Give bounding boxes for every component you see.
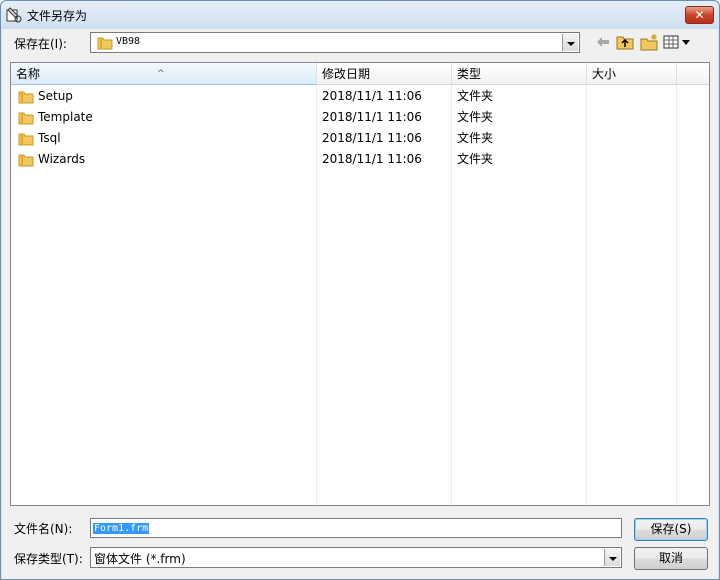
app-icon (6, 7, 22, 23)
save-in-label: 保存在(I): (14, 37, 67, 51)
filetype-value: 窗体文件 (*.frm) (94, 552, 186, 566)
cancel-button[interactable]: 取消 (634, 547, 708, 570)
item-modified: 2018/11/1 11:06 (322, 152, 422, 166)
folder-icon (18, 133, 34, 145)
filetype-label: 保存类型(T): (14, 552, 83, 566)
filetype-dropdown-arrow[interactable] (604, 549, 620, 566)
item-type: 文件夹 (457, 131, 494, 145)
filename-value: Form1.frm (93, 523, 150, 534)
list-item[interactable]: Template 2018/11/1 11:06 文件夹 (11, 107, 709, 128)
column-header-modified[interactable]: 修改日期 (317, 63, 452, 85)
filename-input[interactable]: Form1.frm (90, 518, 622, 538)
item-name: Tsql (38, 131, 61, 145)
filename-label: 文件名(N): (14, 522, 73, 536)
save-button[interactable]: 保存(S) (634, 518, 708, 541)
close-button[interactable]: ✕ (685, 6, 714, 24)
save-as-dialog: 文件另存为 ✕ 保存在(I): VB98 名称 ^ 修改日期 类型 大小 Set… (0, 0, 720, 580)
folder-icon (97, 37, 113, 50)
column-header-name[interactable]: 名称 ^ (11, 63, 317, 85)
up-folder-icon[interactable] (615, 33, 635, 51)
item-name: Template (38, 110, 93, 124)
name-cell: Template (18, 107, 93, 128)
back-arrow-icon[interactable] (593, 33, 613, 51)
list-item[interactable]: Setup 2018/11/1 11:06 文件夹 (11, 86, 709, 107)
item-modified: 2018/11/1 11:06 (322, 110, 422, 124)
column-size-label: 大小 (592, 67, 617, 81)
filetype-select[interactable]: 窗体文件 (*.frm) (90, 547, 622, 568)
item-name: Wizards (38, 152, 86, 166)
list-header: 名称 ^ 修改日期 类型 大小 (11, 63, 709, 85)
title-bar[interactable]: 文件另存为 ✕ (1, 1, 719, 29)
item-type: 文件夹 (457, 152, 494, 166)
column-header-type[interactable]: 类型 (452, 63, 587, 85)
view-menu-icon[interactable] (662, 33, 692, 51)
column-modified-label: 修改日期 (322, 67, 371, 81)
folder-icon (18, 154, 34, 166)
item-modified: 2018/11/1 11:06 (322, 89, 422, 103)
sort-ascending-icon: ^ (157, 69, 165, 79)
column-name-label: 名称 (16, 67, 41, 81)
location-combo[interactable]: VB98 (90, 32, 580, 53)
list-item[interactable]: Wizards 2018/11/1 11:06 文件夹 (11, 149, 709, 170)
item-type: 文件夹 (457, 110, 494, 124)
item-name: Setup (38, 89, 73, 103)
name-cell: Tsql (18, 128, 61, 149)
location-value: VB98 (116, 36, 141, 47)
column-header-size[interactable]: 大小 (587, 63, 677, 85)
folder-icon (18, 91, 34, 103)
item-modified: 2018/11/1 11:06 (322, 131, 422, 145)
file-list[interactable]: 名称 ^ 修改日期 类型 大小 Setup 2018/11/1 11:06 文件… (10, 62, 710, 506)
new-folder-icon[interactable] (639, 33, 659, 51)
name-cell: Setup (18, 86, 73, 107)
folder-icon (18, 112, 34, 124)
list-item[interactable]: Tsql 2018/11/1 11:06 文件夹 (11, 128, 709, 149)
item-type: 文件夹 (457, 89, 494, 103)
window-title: 文件另存为 (27, 9, 88, 23)
name-cell: Wizards (18, 149, 85, 170)
location-dropdown-arrow[interactable] (562, 34, 578, 51)
column-type-label: 类型 (457, 67, 482, 81)
